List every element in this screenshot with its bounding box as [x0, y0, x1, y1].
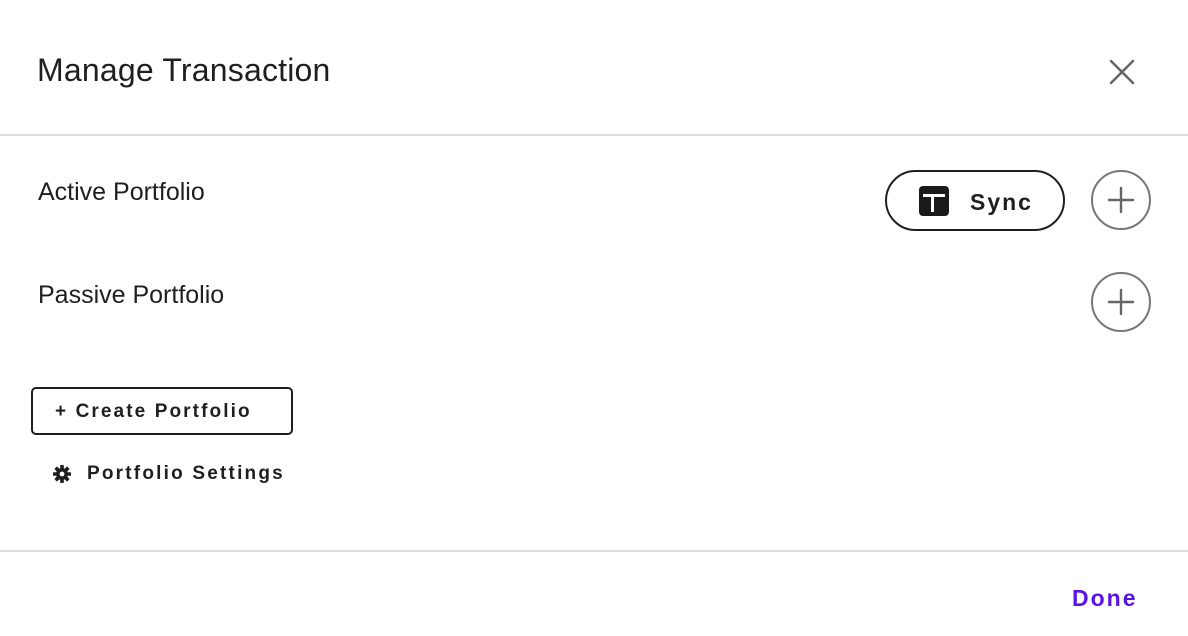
plus-icon	[1107, 186, 1135, 214]
dialog-header: Manage Transaction	[0, 0, 1188, 136]
dialog-title: Manage Transaction	[37, 52, 331, 88]
close-icon	[1109, 59, 1135, 85]
sync-button[interactable]: Sync	[885, 170, 1065, 231]
gear-icon	[53, 465, 71, 483]
portfolio-settings-link[interactable]: Portfolio Settings	[52, 460, 285, 488]
add-active-portfolio-button[interactable]	[1091, 170, 1151, 230]
manage-transaction-dialog: Manage Transaction Active Portfolio Sync…	[0, 0, 1188, 636]
sync-button-label: Sync	[970, 189, 1033, 215]
done-button[interactable]: Done	[1060, 584, 1150, 612]
create-portfolio-label: + Create Portfolio	[55, 401, 252, 422]
passive-portfolio-label: Passive Portfolio	[38, 281, 225, 309]
sync-brand-icon	[919, 186, 949, 216]
portfolio-settings-label: Portfolio Settings	[87, 463, 285, 484]
plus-icon	[1107, 288, 1135, 316]
add-passive-portfolio-button[interactable]	[1091, 272, 1151, 332]
close-button[interactable]	[1100, 50, 1144, 94]
dialog-footer: Done	[0, 550, 1188, 636]
create-portfolio-button[interactable]: + Create Portfolio	[31, 387, 293, 435]
active-portfolio-label: Active Portfolio	[38, 178, 205, 206]
